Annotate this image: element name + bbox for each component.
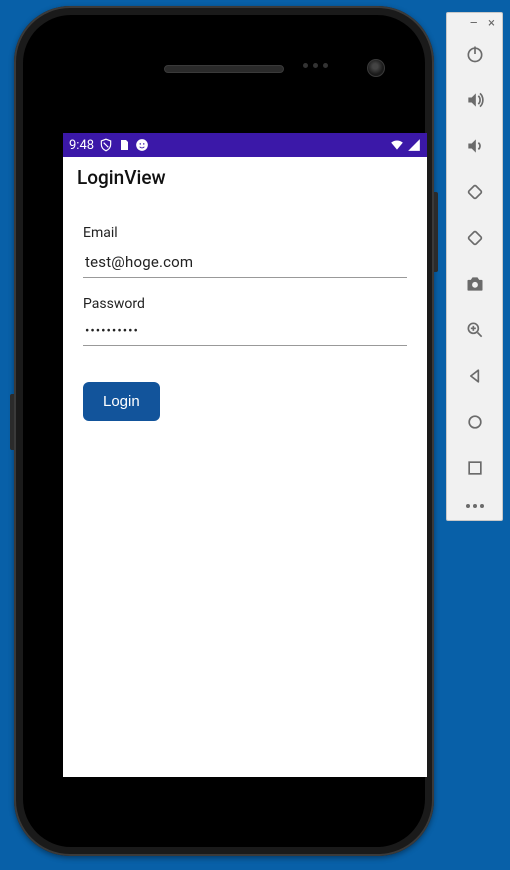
app-title: LoginView [77,166,166,189]
emulator-more-icon[interactable] [447,504,502,508]
sd-card-icon [118,138,130,152]
device-front-camera [367,59,385,77]
camera-icon[interactable] [465,274,485,294]
overview-icon[interactable] [465,458,485,478]
rotate-left-icon[interactable] [465,182,485,202]
device-side-button-right [434,192,438,272]
login-button[interactable]: Login [83,382,160,421]
wifi-icon [389,138,405,152]
status-bar: 9:48 [63,133,427,157]
status-time: 9:48 [69,138,94,153]
signal-icon [407,138,421,152]
device-sensors [303,63,328,68]
emulator-minimize-button[interactable]: – [470,17,479,30]
emulator-window-controls: – × [447,13,502,36]
email-field[interactable] [83,247,407,278]
password-label: Password [83,296,407,312]
home-icon[interactable] [465,412,485,432]
device-earpiece [164,65,284,73]
volume-up-icon[interactable] [465,90,485,110]
app-bar: LoginView [63,157,427,197]
rotate-right-icon[interactable] [465,228,485,248]
zoom-in-icon[interactable] [465,320,485,340]
power-icon[interactable] [465,44,485,64]
emulator-sidebar: – × [446,12,503,521]
login-form: Email Password Login [63,197,427,441]
device-frame: 9:48 [14,6,434,856]
password-field[interactable] [83,318,407,346]
device-screen: 9:48 [63,133,427,777]
face-icon [135,138,149,152]
volume-down-icon[interactable] [465,136,485,156]
gesture-bar[interactable] [190,767,300,771]
device-bezel: 9:48 [23,15,425,847]
back-icon[interactable] [465,366,485,386]
emulator-close-button[interactable]: × [488,17,495,30]
device-side-button-left [10,394,14,450]
shield-icon [99,138,113,152]
email-label: Email [83,225,407,241]
